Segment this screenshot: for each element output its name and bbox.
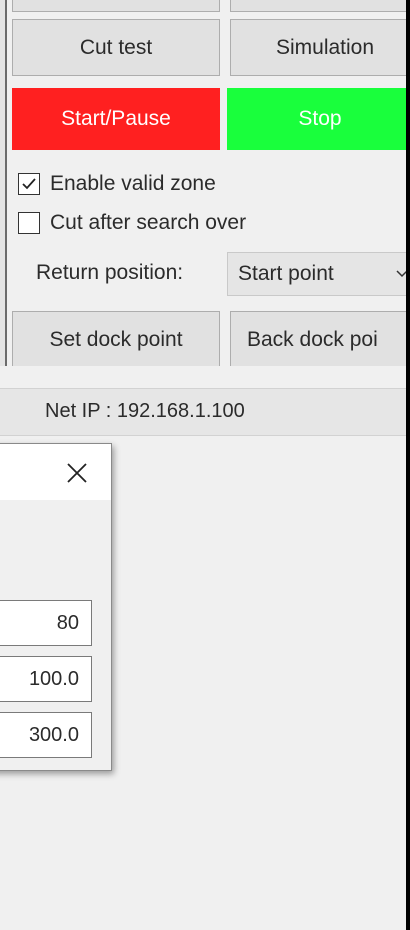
dialog-field-1[interactable]: 80 <box>0 600 92 646</box>
section-separator <box>0 366 406 386</box>
chevron-down-icon <box>396 270 406 278</box>
top-right-button-partial[interactable] <box>230 0 406 12</box>
enable-valid-zone-checkbox[interactable] <box>18 173 40 195</box>
enable-valid-zone-option[interactable]: Enable valid zone <box>18 172 216 196</box>
back-dock-point-button[interactable]: Back dock poi <box>230 311 406 368</box>
net-ip-text: Net IP : 192.168.1.100 <box>45 400 245 422</box>
cut-after-search-over-option[interactable]: Cut after search over <box>18 211 246 235</box>
checkmark-icon <box>22 178 36 190</box>
control-panel-window: Cut test Simulation Start/Pause Stop Ena… <box>0 0 406 930</box>
dialog-field-2[interactable]: 100.0 <box>0 656 92 702</box>
simulation-button[interactable]: Simulation <box>230 19 406 76</box>
enable-valid-zone-label: Enable valid zone <box>50 172 216 195</box>
start-pause-button[interactable]: Start/Pause <box>12 88 220 150</box>
panel-left-border <box>0 0 7 366</box>
cut-after-search-over-label: Cut after search over <box>50 211 247 234</box>
stop-button[interactable]: Stop <box>227 88 406 150</box>
close-icon[interactable] <box>65 461 89 485</box>
dialog-body: 80 100.0 300.0 <box>0 500 111 770</box>
return-position-label: Return position: <box>36 261 184 284</box>
dialog-field-3[interactable]: 300.0 <box>0 712 92 758</box>
return-position-select[interactable]: Start point <box>227 252 406 296</box>
return-position-value: Start point <box>238 262 334 285</box>
settings-dialog: 80 100.0 300.0 <box>0 443 112 771</box>
dialog-titlebar <box>0 444 111 500</box>
cut-after-search-over-checkbox[interactable] <box>18 212 40 234</box>
set-dock-point-button[interactable]: Set dock point <box>12 311 220 368</box>
top-left-button-partial[interactable] <box>12 0 220 12</box>
status-bar: Net IP : 192.168.1.100 <box>0 388 406 436</box>
cut-test-button[interactable]: Cut test <box>12 19 220 76</box>
